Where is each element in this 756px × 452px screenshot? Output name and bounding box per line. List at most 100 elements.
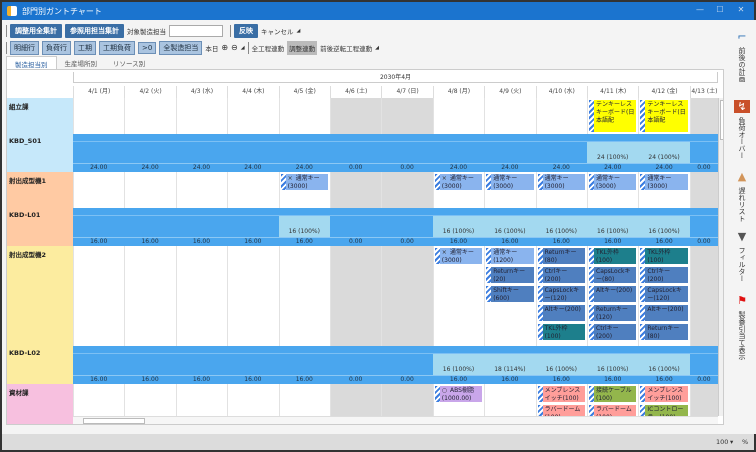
detail-row-button[interactable]: 明細行 — [10, 40, 39, 55]
daily-total: 0.00 — [400, 238, 414, 245]
close-button[interactable]: ✕ — [733, 5, 749, 17]
resource-label: KBD-L02 — [7, 346, 73, 384]
sidebar-item[interactable]: ▼ フィルター — [732, 230, 752, 282]
load-cell: 16 (100%) — [638, 354, 690, 375]
task-bar[interactable]: TKL外枠(100) — [639, 247, 689, 265]
divider — [6, 24, 7, 37]
load-cell: 16 (100%) — [587, 354, 639, 375]
task-bar[interactable]: × 通常キー(3000) — [433, 247, 484, 265]
sidebar-item[interactable]: ↯ 負荷オーバー — [732, 100, 752, 159]
sidebar-item[interactable]: ⌐ 前後の計画 — [732, 30, 752, 82]
task-bar[interactable]: TKL外枠(100) — [536, 323, 586, 341]
sidebar-item[interactable]: ▲ 遅れリスト — [732, 170, 752, 222]
status-bar: 100 ▾ % — [2, 434, 754, 450]
task-bar[interactable]: Altキー(200) — [588, 285, 638, 303]
day-header: 4/1 (月) — [73, 86, 124, 98]
adjust-total-button[interactable]: 調整用全集計 — [10, 23, 62, 38]
task-bar[interactable]: Altキー(200) — [639, 304, 689, 322]
daily-total: 24.00 — [295, 164, 313, 171]
sidebar-item[interactable]: ⚑ 製番引当て表示 — [732, 294, 752, 360]
period-load-button[interactable]: 工期負荷 — [99, 40, 135, 55]
vertical-scrollbar[interactable] — [718, 98, 723, 416]
task-label: CapsLockキー(120) — [544, 287, 580, 302]
target-input[interactable] — [169, 24, 223, 37]
filter-icon: ▼ — [737, 230, 747, 243]
capacity-band — [73, 208, 718, 216]
load-row-button[interactable]: 負荷行 — [42, 40, 71, 55]
task-bar[interactable]: ○ ABS樹脂(1000.00) — [433, 385, 484, 403]
flow-icon: ⌐ — [737, 30, 747, 43]
task-bar[interactable]: Altキー(200) — [536, 304, 586, 322]
daily-total: 16.00 — [552, 238, 570, 245]
task-bar[interactable]: 通常キー(3000) — [536, 173, 586, 191]
task-bar[interactable]: CapsLockキー(80) — [588, 266, 638, 284]
apply-button[interactable]: 反映 — [234, 23, 258, 38]
zoom-unit: % — [742, 438, 749, 446]
task-bar[interactable]: テンキーレスキーボード(日本語配 — [588, 99, 638, 133]
daily-total: 0.00 — [400, 164, 414, 171]
link-all-button[interactable]: 全工程連動 — [252, 43, 285, 53]
task-bar[interactable]: メンブレンスイッチ(100) — [639, 385, 689, 403]
link-prev-next-button[interactable]: 前後逆転工程連動 — [320, 43, 372, 53]
nonzero-button[interactable]: >0 — [138, 41, 157, 54]
task-bar[interactable]: Returnキー(80) — [639, 323, 689, 341]
zoom-dropdown-icon[interactable]: ▾ — [730, 438, 733, 446]
task-bar[interactable]: Ctrlキー(200) — [588, 323, 638, 341]
task-bar[interactable]: メンブレンスイッチ(100) — [536, 385, 586, 403]
task-label: Returnキー(120) — [596, 306, 628, 321]
task-bar[interactable]: 通常キー(3000) — [639, 173, 689, 191]
zoom-out-icon[interactable]: ⊖ — [231, 43, 238, 52]
load-cell: 18 (114%) — [484, 354, 536, 375]
tab-by-staff[interactable]: 製造担当別 — [6, 56, 57, 69]
task-label: Shiftキー(600) — [493, 287, 519, 302]
task-bar[interactable]: Returnキー(80) — [536, 247, 586, 265]
task-bar[interactable]: 接続ケーブル(100) — [588, 385, 638, 403]
link-adjust-button[interactable]: 調整連動 — [287, 40, 318, 55]
period-button[interactable]: 工期 — [74, 40, 96, 55]
today-button[interactable]: 本日 — [205, 43, 218, 53]
scroll-thumb[interactable] — [83, 418, 145, 424]
task-label: CapsLockキー(80) — [596, 268, 631, 283]
task-label: テンキーレスキーボード(日本語配 — [596, 101, 635, 124]
maximize-button[interactable]: ☐ — [712, 5, 728, 17]
task-label: Ctrlキー(200) — [647, 268, 671, 283]
task-bar[interactable]: 通常キー(3000) — [588, 173, 638, 191]
day-header: 4/6 (土) — [330, 86, 381, 98]
tab-by-location[interactable]: 生産場所別 — [57, 56, 106, 69]
task-bar[interactable]: 通常キー(1200) — [485, 247, 535, 265]
task-bar[interactable]: 通常キー(3000) — [485, 173, 535, 191]
task-bar[interactable]: × 通常キー(3000) — [433, 173, 484, 191]
task-bar[interactable]: Ctrlキー(200) — [536, 266, 586, 284]
load-cell: 16 (100%) — [278, 216, 330, 237]
zoom-in-icon[interactable]: ⊕ — [221, 43, 228, 52]
task-label: 接続ケーブル(100) — [596, 387, 632, 402]
task-bar[interactable]: テンキーレスキーボード(日本語配 — [639, 99, 689, 133]
minimize-button[interactable]: — — [692, 5, 708, 17]
task-bar[interactable]: × 通常キー(3000) — [279, 173, 329, 191]
task-bar[interactable]: CapsLockキー(120) — [536, 285, 586, 303]
all-staff-button[interactable]: 全製造担当 — [159, 40, 203, 55]
tab-by-resource[interactable]: リソース別 — [105, 56, 153, 69]
task-label: メンブレンスイッチ(100) — [544, 387, 581, 402]
window-title: 部門別ガントチャート — [22, 6, 102, 16]
daily-total: 24.00 — [192, 164, 211, 171]
task-bar[interactable]: TKL外枠(100) — [588, 247, 638, 265]
task-marker-icon: × — [441, 249, 447, 256]
daily-total: 24.00 — [552, 164, 570, 171]
daily-total: 24.00 — [244, 164, 262, 171]
ref-total-button[interactable]: 参照用担当集計 — [65, 23, 124, 38]
task-bar[interactable]: Returnキー(20) — [485, 266, 535, 284]
task-bar[interactable]: Returnキー(120) — [588, 304, 638, 322]
zoom-level[interactable]: 100 — [716, 438, 728, 446]
overload-icon: ↯ — [734, 100, 750, 113]
task-bar[interactable]: CapsLockキー(120) — [639, 285, 689, 303]
daily-total: 24.00 — [449, 164, 468, 171]
cancel-button[interactable]: キャンセル — [261, 26, 294, 36]
scroll-thumb[interactable] — [720, 100, 723, 140]
load-cell: 16 (100%) — [484, 216, 536, 237]
task-bar[interactable]: Ctrlキー(200) — [639, 266, 689, 284]
task-bar[interactable]: Shiftキー(600) — [485, 285, 535, 303]
task-label: Returnキー(80) — [647, 325, 680, 340]
flag-icon: ⚑ — [737, 294, 747, 307]
horizontal-scrollbar[interactable] — [73, 416, 718, 424]
